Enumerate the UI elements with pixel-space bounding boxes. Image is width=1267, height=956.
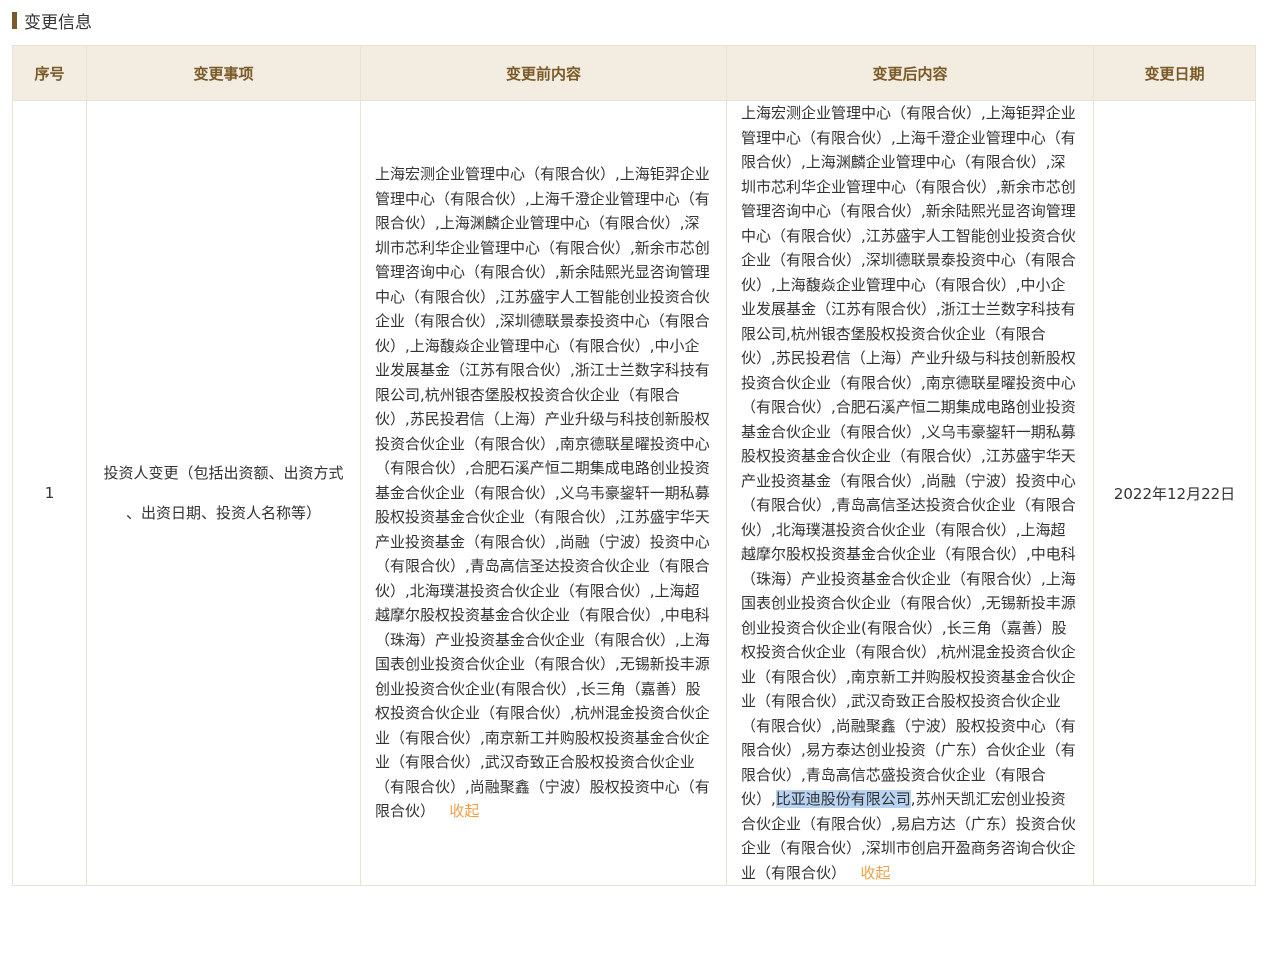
- header-date: 变更日期: [1093, 45, 1256, 101]
- cell-item-line1: 投资人变更（包括出资额、出资方式: [103, 464, 344, 482]
- cell-item-line2: 、出资日期、投资人名称等）: [125, 504, 321, 522]
- section-title: 变更信息: [12, 8, 92, 33]
- header-index: 序号: [12, 45, 87, 101]
- table-row: 1 投资人变更（包括出资额、出资方式 、出资日期、投资人名称等） 上海宏测企业管…: [12, 100, 1256, 886]
- section-title-text: 变更信息: [24, 13, 92, 33]
- cell-index: 1: [12, 100, 87, 886]
- table-header-row: 序号 变更事项 变更前内容 变更后内容 变更日期: [12, 45, 1256, 101]
- change-info-table: 序号 变更事项 变更前内容 变更后内容 变更日期 1 投资人变更（包括出资额、出…: [12, 45, 1256, 886]
- cell-after-highlight: 比亚迪股份有限公司: [775, 790, 911, 808]
- header-after: 变更后内容: [726, 45, 1094, 101]
- cell-before: 上海宏测企业管理中心（有限合伙）,上海钜羿企业管理中心（有限合伙）,上海千澄企业…: [360, 100, 727, 886]
- collapse-link-after[interactable]: 收起: [860, 864, 890, 882]
- cell-item: 投资人变更（包括出资额、出资方式 、出资日期、投资人名称等）: [86, 100, 361, 886]
- cell-after-text-1: 上海宏测企业管理中心（有限合伙）,上海钜羿企业管理中心（有限合伙）,上海千澄企业…: [741, 104, 1076, 808]
- collapse-link-before[interactable]: 收起: [449, 802, 479, 820]
- cell-before-text: 上海宏测企业管理中心（有限合伙）,上海钜羿企业管理中心（有限合伙）,上海千澄企业…: [375, 165, 710, 821]
- section-title-bar: [12, 12, 17, 29]
- cell-date: 2022年12月22日: [1093, 100, 1256, 886]
- header-before: 变更前内容: [360, 45, 727, 101]
- header-item: 变更事项: [86, 45, 361, 101]
- cell-after: 上海宏测企业管理中心（有限合伙）,上海钜羿企业管理中心（有限合伙）,上海千澄企业…: [726, 100, 1094, 886]
